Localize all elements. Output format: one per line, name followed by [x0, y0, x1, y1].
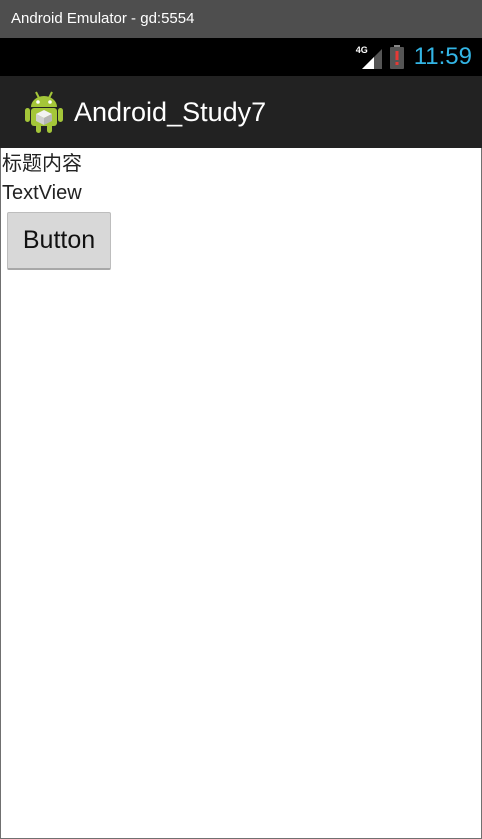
app-title: Android_Study7 — [74, 97, 267, 127]
signal-icon: 4G — [356, 43, 384, 71]
title-text: 标题内容 — [2, 151, 82, 175]
action-bar: Android_Study7 — [0, 76, 482, 148]
battery-alert-icon — [389, 45, 404, 69]
main-content: 标题内容 TextView Button — [0, 148, 482, 839]
emulator-window-title: Android Emulator - gd:5554 — [0, 0, 482, 38]
text-view: TextView — [2, 182, 82, 204]
status-icons: 4G 11:59 — [356, 38, 472, 76]
android-robot-icon[interactable] — [24, 90, 64, 134]
main-button[interactable]: Button — [7, 212, 111, 270]
clock: 11:59 — [413, 43, 472, 70]
status-bar: 4G 11:59 — [0, 38, 482, 76]
